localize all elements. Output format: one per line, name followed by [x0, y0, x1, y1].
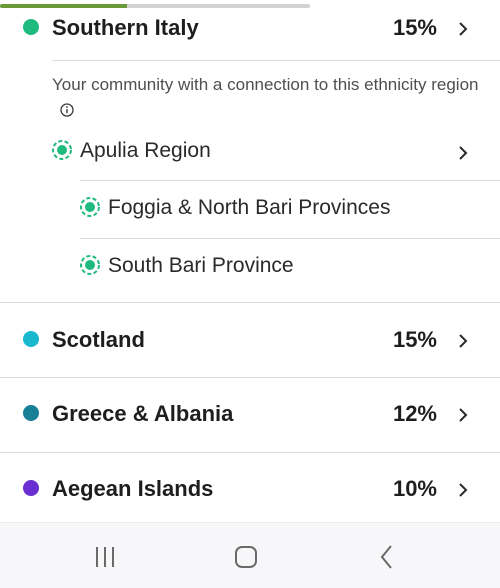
home-icon[interactable]	[232, 543, 260, 571]
chevron-right-icon[interactable]	[452, 142, 474, 164]
region-name: Southern Italy	[52, 15, 199, 40]
region-percent: 10%	[392, 476, 437, 501]
community-icon	[79, 254, 101, 276]
progress-bar	[0, 4, 310, 8]
divider	[0, 452, 500, 453]
chevron-right-icon[interactable]	[452, 404, 474, 426]
info-icon[interactable]	[60, 103, 74, 117]
region-percent: 15%	[392, 15, 437, 40]
divider	[80, 238, 500, 239]
community-description: Your community with a connection to this…	[52, 72, 482, 122]
ethnicity-estimate-screen: Southern Italy 15% Your community with a…	[0, 0, 500, 588]
region-percent: 15%	[392, 327, 437, 352]
region-name: Greece & Albania	[52, 401, 234, 426]
region-color-dot	[23, 480, 39, 496]
recent-apps-icon[interactable]	[91, 543, 119, 571]
community-icon	[79, 196, 101, 218]
region-percent: 12%	[392, 401, 437, 426]
progress-bar-fill	[0, 4, 128, 8]
subregion-name: Foggia & North Bari Provinces	[108, 196, 391, 219]
region-name: Aegean Islands	[52, 476, 214, 501]
region-name: Scotland	[52, 327, 145, 352]
divider	[80, 180, 500, 181]
chevron-right-icon[interactable]	[452, 18, 474, 40]
subregion-name: Apulia Region	[80, 139, 211, 162]
community-description-text: Your community with a connection to this…	[52, 75, 479, 94]
chevron-right-icon[interactable]	[452, 479, 474, 501]
system-navigation-bar	[0, 522, 500, 588]
region-color-dot	[23, 405, 39, 421]
chevron-right-icon[interactable]	[452, 330, 474, 352]
divider	[0, 302, 500, 303]
region-color-dot	[23, 331, 39, 347]
region-color-dot	[23, 19, 39, 35]
subregion-name: South Bari Province	[108, 254, 294, 277]
community-icon	[51, 139, 73, 161]
back-icon[interactable]	[374, 543, 402, 571]
divider	[0, 377, 500, 378]
divider	[52, 60, 500, 61]
